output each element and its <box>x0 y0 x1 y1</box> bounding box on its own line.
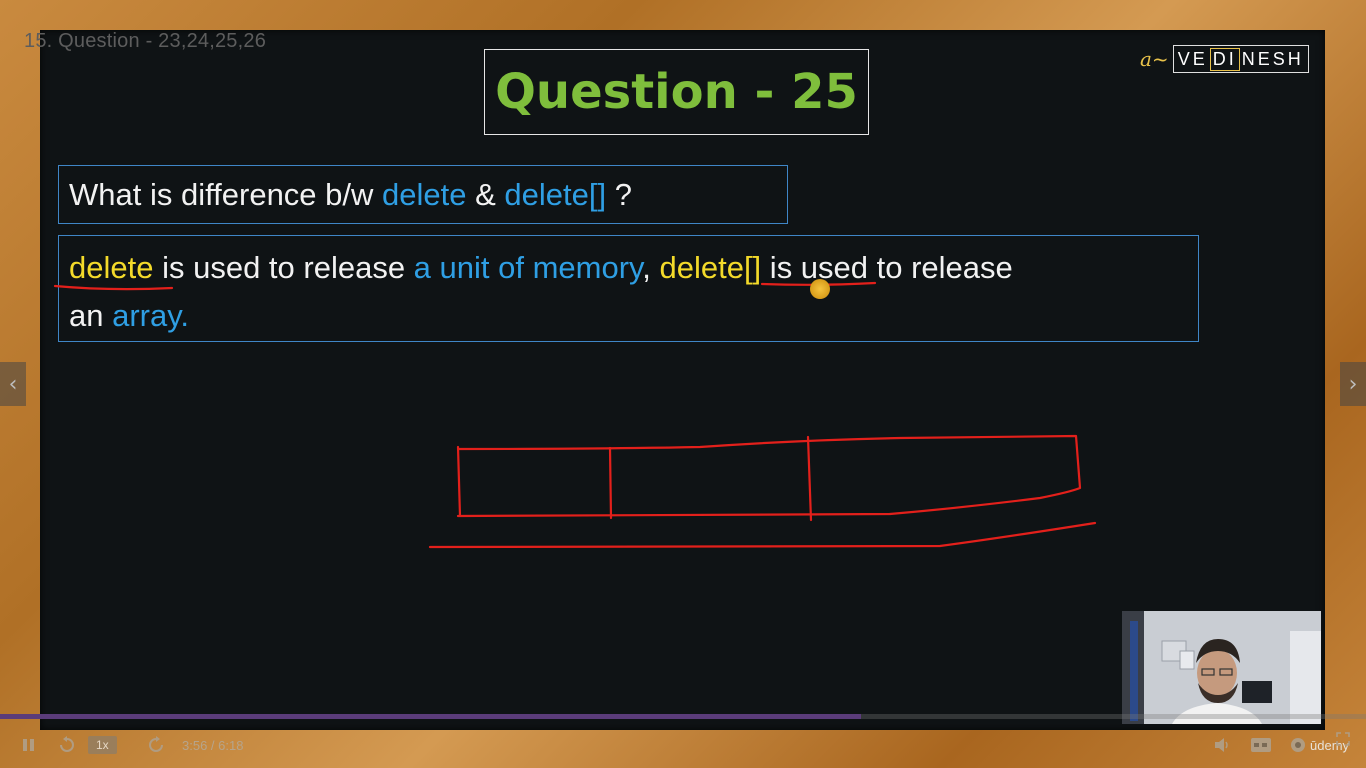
time-display: 3:56 / 6:18 <box>182 737 244 753</box>
instructor-webcam <box>1122 611 1321 724</box>
webcam-scene <box>1122 611 1321 724</box>
rewind-button[interactable] <box>58 728 76 762</box>
captions-button[interactable] <box>1250 728 1272 762</box>
array-divider-2 <box>806 435 813 522</box>
speed-button[interactable]: 1x <box>88 728 117 762</box>
underline-delete <box>53 284 174 291</box>
progress-bar-fill <box>0 714 861 719</box>
settings-icon <box>1291 738 1305 752</box>
prev-lecture-button[interactable]: ‹ <box>0 362 26 406</box>
rewind-icon <box>60 736 74 752</box>
array-base-line <box>428 521 1097 549</box>
pause-icon <box>23 739 34 751</box>
fullscreen-button[interactable] <box>1336 722 1350 756</box>
pointer-cursor <box>810 279 830 299</box>
volume-button[interactable] <box>1213 728 1231 762</box>
next-lecture-button[interactable]: › <box>1340 362 1366 406</box>
captions-icon <box>1251 738 1271 752</box>
chevron-right-icon: › <box>1348 371 1358 397</box>
array-box-outline <box>456 434 1082 518</box>
fullscreen-icon <box>1336 732 1350 746</box>
player-controls: 1x 3:56 / 6:18 ūdemy <box>0 728 1366 762</box>
chevron-left-icon: ‹ <box>8 371 18 397</box>
progress-bar[interactable] <box>0 714 1366 719</box>
array-divider-1 <box>608 446 613 520</box>
forward-button[interactable] <box>147 728 165 762</box>
speed-label: 1x <box>88 736 117 754</box>
volume-icon <box>1215 738 1228 752</box>
pause-button[interactable] <box>22 728 36 762</box>
forward-icon <box>149 736 163 752</box>
settings-button[interactable] <box>1289 728 1307 762</box>
